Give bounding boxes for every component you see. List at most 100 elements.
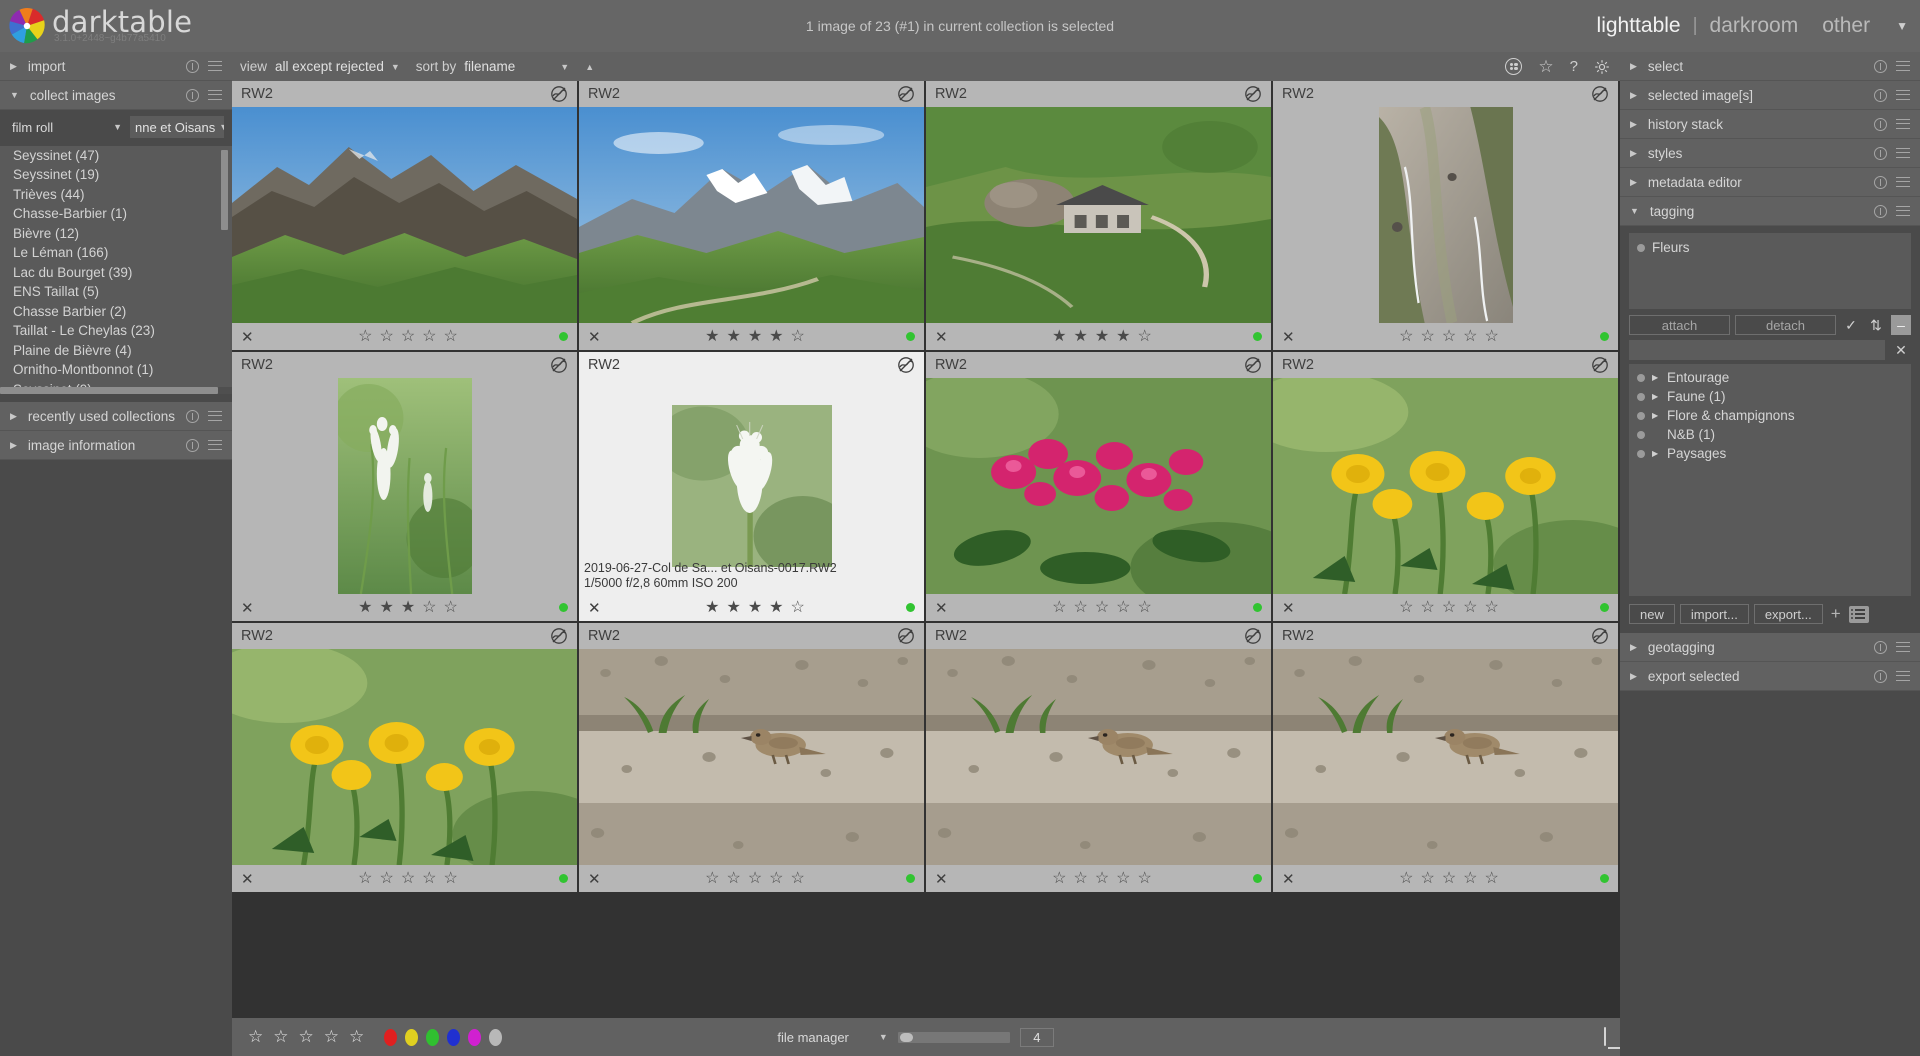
- color-label-filters[interactable]: [384, 1028, 503, 1046]
- module-metadata-editor[interactable]: ▶ metadata editor: [1620, 168, 1920, 197]
- thumbnail-image[interactable]: [926, 649, 1271, 865]
- star-icon[interactable]: ☆: [1399, 599, 1413, 616]
- color-label-green[interactable]: [1253, 603, 1262, 612]
- thumbnail-rating[interactable]: ☆ ☆ ☆ ☆ ☆: [1052, 599, 1152, 616]
- thumbnail-rating[interactable]: ★ ★ ★ ☆ ☆: [358, 599, 458, 616]
- star-icon[interactable]: ☆: [379, 328, 393, 345]
- hamburger-icon[interactable]: [1896, 641, 1910, 653]
- star-icon[interactable]: ☆: [248, 1027, 263, 1047]
- hamburger-icon[interactable]: [1896, 89, 1910, 101]
- star-icon[interactable]: ☆: [748, 870, 762, 887]
- star-icon[interactable]: ☆: [1052, 870, 1066, 887]
- info-icon[interactable]: [1874, 117, 1887, 131]
- list-item[interactable]: ▶ Paysages: [1629, 444, 1911, 463]
- list-item[interactable]: ENS Taillat (5): [0, 283, 232, 303]
- star-icon[interactable]: ☆: [422, 328, 436, 345]
- info-icon[interactable]: [1874, 88, 1887, 102]
- star-icon[interactable]: ☆: [1463, 328, 1477, 345]
- star-icon[interactable]: ☆: [705, 870, 719, 887]
- list-item[interactable]: Chasse-Barbier (1): [0, 205, 232, 225]
- thumbnail-cell[interactable]: RW2 ✕ ☆ ☆ ☆ ☆ ☆: [1273, 81, 1620, 352]
- list-item[interactable]: Seyssinet (19): [0, 166, 232, 186]
- reject-icon[interactable]: ✕: [935, 870, 951, 888]
- color-label-green[interactable]: [906, 332, 915, 341]
- thumbnail-cell[interactable]: RW2 ✕ ☆ ☆ ☆ ☆ ☆: [1273, 623, 1620, 894]
- list-item[interactable]: ▶ Faune (1): [1629, 387, 1911, 406]
- star-icon[interactable]: ★: [1116, 328, 1130, 345]
- screen-icon[interactable]: [1604, 1027, 1606, 1046]
- star-icon[interactable]: ☆: [1116, 870, 1130, 887]
- star-icon[interactable]: ★: [1073, 328, 1087, 345]
- star-icon[interactable]: ☆: [791, 599, 805, 616]
- star-icon[interactable]: ☆: [1485, 870, 1499, 887]
- color-label-filter[interactable]: [489, 1028, 503, 1046]
- module-collect-images[interactable]: ▼ collect images: [0, 81, 232, 110]
- zoom-level-value[interactable]: 4: [1019, 1027, 1054, 1047]
- star-icon[interactable]: ☆: [324, 1027, 339, 1047]
- star-icon[interactable]: ★: [1095, 328, 1109, 345]
- color-label-green[interactable]: [1600, 603, 1609, 612]
- plus-icon[interactable]: +: [1828, 604, 1844, 624]
- hamburger-icon[interactable]: [1896, 176, 1910, 188]
- grid-icon[interactable]: [1505, 58, 1523, 75]
- reject-icon[interactable]: ✕: [588, 870, 604, 888]
- thumbnail-image[interactable]: [926, 378, 1271, 594]
- star-icon[interactable]: ★: [379, 599, 393, 616]
- color-label-green[interactable]: [906, 874, 915, 883]
- hamburger-icon[interactable]: [208, 439, 222, 451]
- sort-icon[interactable]: ⇅: [1866, 315, 1886, 335]
- thumbnail-image[interactable]: [579, 649, 924, 865]
- altered-icon[interactable]: [1244, 627, 1262, 645]
- new-tag-button[interactable]: new: [1629, 604, 1675, 624]
- module-geotagging[interactable]: ▶ geotagging: [1620, 633, 1920, 662]
- star-icon[interactable]: ☆: [1399, 870, 1413, 887]
- list-item[interactable]: ▶N&B (1): [1629, 425, 1911, 444]
- expander-triangle-icon[interactable]: ▶: [1652, 449, 1660, 458]
- import-tags-button[interactable]: import...: [1679, 604, 1749, 624]
- color-label-green[interactable]: [559, 603, 568, 612]
- star-icon[interactable]: ☆: [1420, 328, 1434, 345]
- star-icon[interactable]: ★: [748, 599, 762, 616]
- star-icon[interactable]: ★: [769, 328, 783, 345]
- star-icon[interactable]: ★: [705, 599, 719, 616]
- star-icon[interactable]: ☆: [1485, 328, 1499, 345]
- reject-icon[interactable]: ✕: [588, 328, 604, 346]
- star-icon[interactable]: ☆: [379, 870, 393, 887]
- star-icon[interactable]: ☆: [1420, 599, 1434, 616]
- list-item[interactable]: Trièves (44): [0, 185, 232, 205]
- info-icon[interactable]: [1874, 146, 1887, 160]
- star-icon[interactable]: ☆: [1138, 328, 1152, 345]
- star-icon[interactable]: ☆: [1052, 599, 1066, 616]
- film-roll-list[interactable]: Seyssinet (47) Seyssinet (19) Trièves (4…: [0, 146, 232, 394]
- color-label-green[interactable]: [906, 603, 915, 612]
- hamburger-icon[interactable]: [208, 60, 222, 72]
- star-icon[interactable]: ☆: [422, 599, 436, 616]
- altered-icon[interactable]: [897, 356, 915, 374]
- thumbnail-image[interactable]: [232, 378, 577, 594]
- list-item[interactable]: Lac du Bourget (39): [0, 263, 232, 283]
- info-icon[interactable]: [186, 409, 199, 423]
- altered-icon[interactable]: [897, 85, 915, 103]
- hamburger-icon[interactable]: [1896, 670, 1910, 682]
- star-icon[interactable]: ★: [726, 599, 740, 616]
- star-icon[interactable]: ☆: [1073, 599, 1087, 616]
- list-icon[interactable]: [1848, 605, 1869, 623]
- thumbnail-cell[interactable]: RW2 ✕ ★ ★ ★ ☆ ☆: [232, 352, 579, 623]
- thumbnail-image[interactable]: [579, 107, 924, 323]
- info-icon[interactable]: [1874, 59, 1887, 73]
- star-icon[interactable]: ☆: [1442, 599, 1456, 616]
- export-tags-button[interactable]: export...: [1753, 604, 1823, 624]
- collect-criteria-select[interactable]: film roll ▼: [8, 116, 126, 138]
- module-import[interactable]: ▶ import: [0, 52, 232, 81]
- thumbnail-rating[interactable]: ☆ ☆ ☆ ☆ ☆: [358, 328, 458, 345]
- tag-search-input[interactable]: [1629, 340, 1885, 360]
- color-label-green[interactable]: [559, 332, 568, 341]
- color-label-green[interactable]: [1600, 874, 1609, 883]
- altered-icon[interactable]: [1591, 85, 1609, 103]
- module-selected-images[interactable]: ▶ selected image[s]: [1620, 81, 1920, 110]
- reject-icon[interactable]: ✕: [241, 328, 257, 346]
- list-item[interactable]: Le Léman (166): [0, 244, 232, 264]
- star-icon[interactable]: ☆: [299, 1027, 314, 1047]
- color-label-green[interactable]: [1600, 332, 1609, 341]
- thumbnail-cell[interactable]: RW2 ✕ ☆ ☆ ☆ ☆ ☆: [926, 352, 1273, 623]
